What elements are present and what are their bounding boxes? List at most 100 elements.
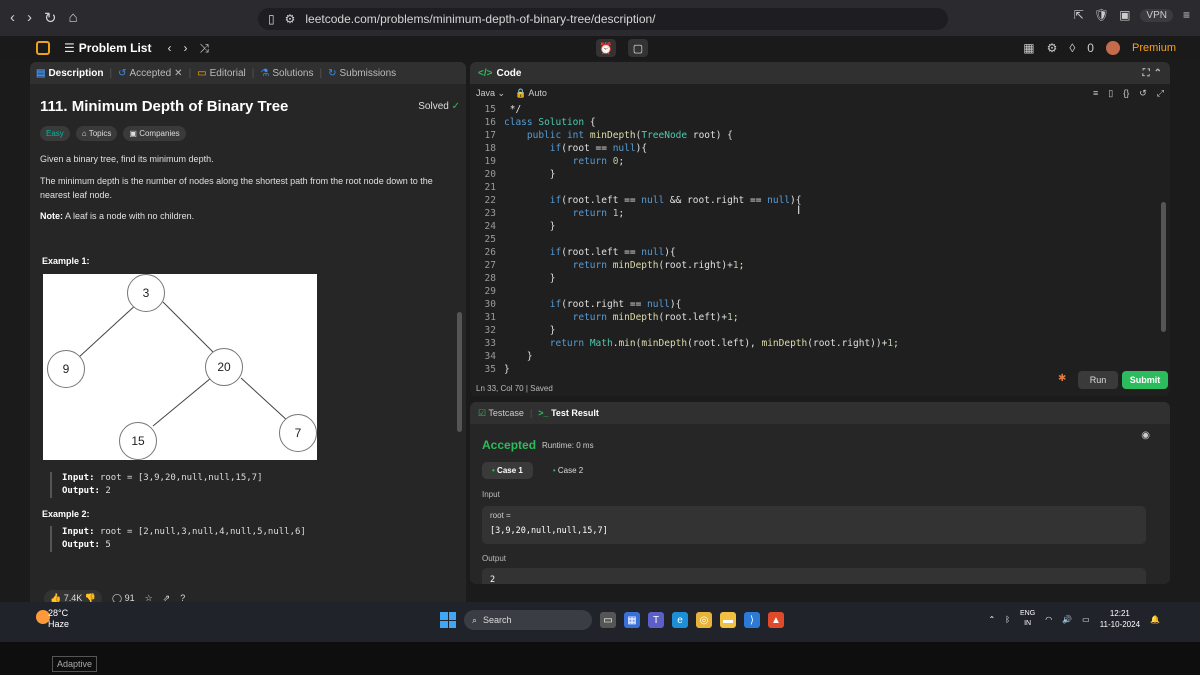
eye-icon[interactable]: ◉ — [1141, 430, 1150, 441]
code-line[interactable]: 18 if(root == null){ — [470, 143, 1160, 156]
debug-icon[interactable]: ✱ — [1058, 373, 1066, 384]
tab-accepted[interactable]: ↺ Accepted ✕ — [118, 68, 182, 79]
code-line[interactable]: 15 */ — [470, 104, 1160, 117]
submit-button[interactable]: Submit — [1122, 371, 1168, 389]
autocomplete-mode[interactable]: 🔒 Auto — [515, 88, 547, 99]
code-line[interactable]: 23 return 1; — [470, 208, 1160, 221]
reset-icon[interactable]: ↺ — [1139, 88, 1147, 99]
companies-chip[interactable]: ▣ Companies — [123, 126, 186, 141]
next-problem-icon[interactable]: › — [183, 41, 187, 55]
bookmark-icon[interactable]: ▯ — [268, 12, 275, 26]
settings-icon[interactable]: ⚙ — [1047, 41, 1058, 55]
editor-scrollbar[interactable] — [1161, 202, 1166, 332]
file-explorer-icon[interactable]: ▬ — [720, 612, 736, 628]
premium-button[interactable]: Premium — [1132, 42, 1176, 54]
description-paragraph-1: Given a binary tree, find its minimum de… — [40, 154, 214, 164]
shuffle-icon[interactable]: ⤨ — [199, 41, 209, 56]
code-line[interactable]: 25 — [470, 234, 1160, 247]
vpn-button[interactable]: VPN — [1140, 8, 1173, 22]
maximize-icon[interactable]: ⛶ — [1143, 68, 1150, 79]
format-icon[interactable]: ≡ — [1093, 88, 1098, 98]
bookmark-icon[interactable]: ▯ — [1108, 88, 1113, 99]
code-line[interactable]: 32 } — [470, 325, 1160, 338]
widgets-icon[interactable]: ▦ — [624, 612, 640, 628]
problem-title[interactable]: 111. Minimum Depth of Binary Tree — [40, 98, 288, 115]
code-line[interactable]: 17 public int minDepth(TreeNode root) { — [470, 130, 1160, 143]
code-line[interactable]: 20 } — [470, 169, 1160, 182]
tab-editorial[interactable]: ▭ Editorial — [197, 68, 246, 79]
menu-icon[interactable]: ≡ — [1183, 8, 1190, 22]
timer-icon[interactable]: ⏰ — [596, 39, 616, 57]
wifi-icon[interactable]: ◠ — [1045, 615, 1052, 624]
code-line[interactable]: 29 — [470, 286, 1160, 299]
code-line[interactable]: 27 return minDepth(root.right)+1; — [470, 260, 1160, 273]
streak-count: 0 — [1087, 41, 1094, 55]
home-icon[interactable]: ⌂ — [69, 9, 78, 27]
code-text: } — [504, 364, 510, 375]
task-view-icon[interactable]: ▭ — [600, 612, 616, 628]
code-line[interactable]: 19 return 0; — [470, 156, 1160, 169]
line-number: 15 — [484, 104, 496, 115]
layout-icon[interactable]: ▦ — [1023, 41, 1034, 55]
tray-chevron-icon[interactable]: ⌃ — [989, 615, 996, 624]
shield-icon[interactable]: 🛡 — [1094, 8, 1109, 22]
teams-icon[interactable]: T — [648, 612, 664, 628]
avatar[interactable] — [1105, 41, 1120, 55]
wallet-icon[interactable]: ▣ — [1119, 8, 1130, 22]
reload-icon[interactable]: ↻ — [44, 9, 57, 27]
topics-chip[interactable]: ⌂ Topics — [75, 126, 118, 141]
description-scrollbar[interactable] — [457, 312, 462, 432]
code-line[interactable]: 31 return minDepth(root.left)+1; — [470, 312, 1160, 325]
code-line[interactable]: 16 class Solution { — [470, 117, 1160, 130]
code-line[interactable]: 22 if(root.left == null && root.right ==… — [470, 195, 1160, 208]
battery-icon[interactable]: ▭ — [1082, 615, 1090, 624]
fullscreen-icon[interactable]: ⤢ — [1157, 88, 1164, 99]
tab-solutions[interactable]: ⚗ Solutions — [260, 68, 313, 79]
forward-icon[interactable]: › — [27, 9, 32, 27]
language-indicator[interactable]: ENG IN — [1020, 609, 1035, 629]
code-line[interactable]: 28 } — [470, 273, 1160, 286]
collapse-icon[interactable]: ⌃ — [1154, 68, 1162, 79]
case-1-tab[interactable]: • Case 1 — [482, 462, 533, 479]
close-icon[interactable]: ✕ — [174, 68, 182, 79]
run-button[interactable]: Run — [1078, 371, 1118, 389]
code-line[interactable]: 26 if(root.left == null){ — [470, 247, 1160, 260]
tab-test-result[interactable]: >_ Test Result — [538, 408, 599, 418]
line-number: 28 — [484, 273, 496, 284]
language-select[interactable]: Java ⌄ — [476, 88, 505, 99]
streak-icon[interactable]: ◊ — [1069, 41, 1075, 55]
tab-testcase[interactable]: ☑ Testcase — [478, 408, 524, 419]
weather-widget[interactable]: 28°C Haze — [48, 608, 69, 630]
taskbar-search[interactable]: ⌕ Search — [464, 610, 592, 630]
vscode-icon[interactable]: ⟩ — [744, 612, 760, 628]
bluetooth-icon[interactable]: ᛒ — [1005, 615, 1010, 624]
notification-icon[interactable]: 🔔 — [1150, 615, 1160, 624]
code-line[interactable]: 21 — [470, 182, 1160, 195]
problem-list-link[interactable]: Problem List — [79, 41, 152, 55]
leetcode-logo-icon[interactable] — [36, 41, 50, 55]
tab-description[interactable]: ▤ Description — [36, 68, 103, 79]
code-line[interactable]: 35} — [470, 364, 1160, 377]
site-settings-icon[interactable]: ⚙ — [285, 12, 296, 26]
code-line[interactable]: 30 if(root.right == null){ — [470, 299, 1160, 312]
clock[interactable]: 12:21 11-10-2024 — [1100, 608, 1140, 630]
address-bar[interactable]: ▯ ⚙ leetcode.com/problems/minimum-depth-… — [258, 8, 948, 30]
chrome-icon[interactable]: ◎ — [696, 612, 712, 628]
code-line[interactable]: 24 } — [470, 221, 1160, 234]
windows-start-icon[interactable] — [440, 612, 456, 628]
share-icon[interactable]: ⇱ — [1074, 8, 1084, 22]
case-2-tab[interactable]: • Case 2 — [543, 462, 593, 479]
notes-icon[interactable]: ▢ — [628, 39, 648, 57]
thumbs-down-icon[interactable]: 👎 — [85, 593, 96, 603]
braces-icon[interactable]: {} — [1123, 88, 1129, 98]
code-editor[interactable]: 15 */16 class Solution {17 public int min… — [470, 104, 1164, 375]
brave-icon[interactable]: ▲ — [768, 612, 784, 628]
code-line[interactable]: 34 } — [470, 351, 1160, 364]
edge-icon[interactable]: e — [672, 612, 688, 628]
back-icon[interactable]: ‹ — [10, 9, 15, 27]
code-line[interactable]: 33 return Math.min(minDepth(root.left), … — [470, 338, 1160, 351]
description-tabs: ▤ Description | ↺ Accepted ✕ | ▭ Editori… — [30, 62, 466, 84]
tab-submissions[interactable]: ↻ Submissions — [328, 68, 396, 79]
prev-problem-icon[interactable]: ‹ — [167, 41, 171, 55]
volume-icon[interactable]: 🔊 — [1062, 615, 1072, 624]
